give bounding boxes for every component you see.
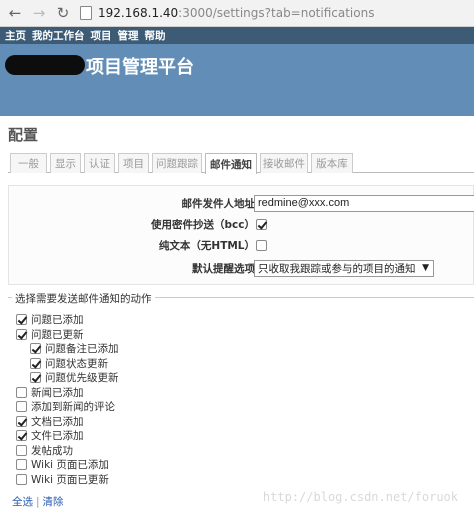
action-checkbox[interactable]	[16, 415, 27, 427]
page-icon	[80, 6, 92, 20]
action-checkbox[interactable]	[16, 430, 27, 441]
action-checkbox[interactable]	[30, 357, 41, 369]
reload-icon[interactable]: ↻	[54, 4, 72, 22]
plain-text-row: 纯文本（无HTML）	[9, 236, 474, 254]
action-item[interactable]: Wiki 页面已更新	[16, 472, 109, 487]
tab-general[interactable]: 一般	[10, 153, 47, 173]
action-item[interactable]: 问题已添加	[16, 312, 84, 327]
default-notification-row: 默认提醒选项 只收取我跟踪或参与的项目的通知 ▼	[9, 259, 474, 277]
plain-text-checkbox[interactable]	[256, 239, 267, 251]
tab-notifications[interactable]: 邮件通知	[205, 153, 257, 174]
action-checkbox[interactable]	[16, 473, 27, 485]
action-item[interactable]: 文件已添加	[16, 428, 84, 443]
redacted-text	[5, 55, 85, 75]
action-checkbox[interactable]	[30, 372, 41, 383]
back-arrow-icon[interactable]: ←	[6, 4, 24, 22]
tab-repositories[interactable]: 版本库	[311, 153, 353, 173]
site-header: 项目管理平台	[0, 44, 474, 116]
url-rest: :3000/settings?tab=notifications	[178, 6, 375, 20]
action-label: 问题状态更新	[45, 357, 108, 370]
action-checkbox[interactable]	[16, 401, 27, 412]
notification-settings-box: 邮件发件人地址 redmine@xxx.com 使用密件抄送（bcc） 纯文本（…	[8, 185, 474, 285]
bcc-checkbox[interactable]	[256, 218, 267, 230]
action-item[interactable]: 发帖成功	[16, 443, 73, 458]
from-row: 邮件发件人地址 redmine@xxx.com	[9, 194, 474, 212]
plain-text-label: 纯文本（无HTML）	[158, 239, 255, 252]
action-item[interactable]: 文档已添加	[16, 414, 84, 429]
top-menu-home[interactable]: 主页	[5, 28, 26, 43]
action-checkbox[interactable]	[16, 314, 27, 325]
action-item[interactable]: 问题备注已添加	[30, 341, 119, 356]
action-item[interactable]: 问题状态更新	[30, 356, 108, 371]
action-label: 问题已更新	[31, 328, 84, 341]
top-menu: 主页 我的工作台 项目 管理 帮助	[0, 27, 474, 44]
clear-link[interactable]: 清除	[43, 496, 64, 508]
tab-issue-tracking[interactable]: 问题跟踪	[152, 153, 202, 173]
default-notification-label: 默认提醒选项	[192, 262, 255, 275]
top-menu-projects[interactable]: 项目	[91, 28, 112, 43]
actions-legend: 选择需要发送邮件通知的动作	[12, 291, 155, 306]
top-menu-help[interactable]: 帮助	[145, 28, 166, 43]
default-notification-value: 只收取我跟踪或参与的项目的通知	[258, 262, 416, 275]
action-checkbox[interactable]	[16, 328, 27, 340]
watermark: http://blog.csdn.net/foruok	[262, 490, 458, 504]
top-menu-my-page[interactable]: 我的工作台	[32, 28, 85, 43]
action-label: 新闻已添加	[31, 386, 84, 399]
page-title: 配置	[8, 126, 39, 144]
action-label: Wiki 页面已更新	[31, 473, 109, 486]
action-checkbox[interactable]	[16, 444, 27, 456]
url-host: 192.168.1.40	[98, 6, 179, 20]
forward-arrow-icon[interactable]: →	[30, 4, 48, 22]
action-item[interactable]: 新闻已添加	[16, 385, 84, 400]
action-item[interactable]: 问题优先级更新	[30, 370, 119, 385]
top-menu-admin[interactable]: 管理	[118, 28, 139, 43]
site-title: 项目管理平台	[86, 57, 194, 78]
action-label: 问题已添加	[31, 314, 84, 326]
browser-toolbar: ← → ↻ 192.168.1.40:3000/settings?tab=not…	[0, 0, 474, 27]
select-links: 全选 | 清除	[12, 494, 64, 509]
action-checkbox[interactable]	[16, 459, 27, 470]
action-label: 添加到新闻的评论	[31, 401, 115, 413]
address-bar[interactable]: 192.168.1.40:3000/settings?tab=notificat…	[80, 4, 468, 23]
tab-incoming-emails[interactable]: 接收邮件	[260, 153, 308, 173]
tab-display[interactable]: 显示	[50, 153, 81, 173]
settings-tabs: 一般 显示 认证 项目 问题跟踪 邮件通知 接收邮件 版本库	[8, 153, 474, 174]
action-item[interactable]: Wiki 页面已添加	[16, 457, 109, 472]
action-label: 文档已添加	[31, 415, 84, 428]
notification-actions: 选择需要发送邮件通知的动作 问题已添加问题已更新问题备注已添加 问题状态更新 问题优…	[8, 291, 474, 487]
default-notification-select[interactable]: 只收取我跟踪或参与的项目的通知 ▼	[254, 259, 434, 277]
select-all-link[interactable]: 全选	[12, 496, 33, 508]
action-checkbox[interactable]	[30, 343, 41, 354]
tab-authentication[interactable]: 认证	[84, 153, 115, 173]
action-item[interactable]: 问题已更新	[16, 327, 84, 342]
from-label: 邮件发件人地址	[181, 197, 256, 210]
bcc-label: 使用密件抄送（bcc）	[151, 218, 255, 231]
chevron-down-icon: ▼	[422, 262, 429, 273]
action-label: 文件已添加	[31, 430, 84, 442]
action-label: 问题备注已添加	[45, 343, 119, 355]
action-label: 发帖成功	[31, 444, 73, 457]
action-checkbox[interactable]	[16, 386, 27, 398]
link-separator: |	[36, 496, 40, 508]
from-address-input[interactable]: redmine@xxx.com	[254, 194, 474, 212]
bcc-row: 使用密件抄送（bcc）	[9, 215, 474, 233]
tab-projects[interactable]: 项目	[118, 153, 149, 173]
action-label: 问题优先级更新	[45, 372, 119, 384]
action-label: Wiki 页面已添加	[31, 459, 109, 471]
action-item[interactable]: 添加到新闻的评论	[16, 399, 115, 414]
